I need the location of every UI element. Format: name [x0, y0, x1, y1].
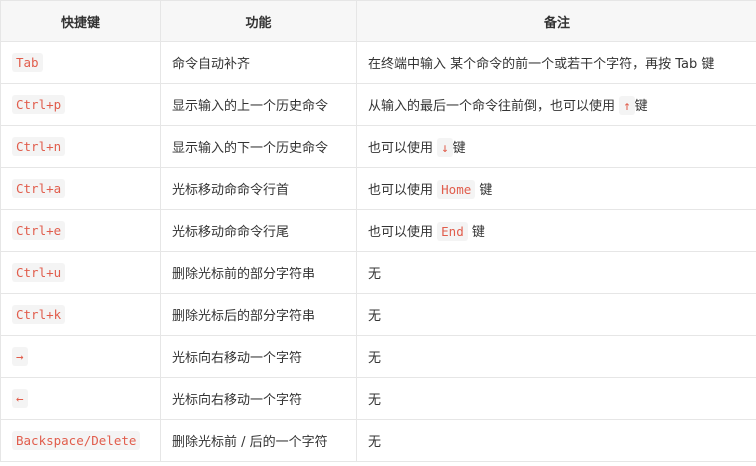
table-row: Tab 命令自动补齐 在终端中输入 某个命令的前一个或若干个字符，再按 Tab 键: [0, 41, 756, 84]
function-cell: 命令自动补齐: [160, 41, 357, 84]
function-cell: 删除光标前的部分字符串: [160, 251, 357, 294]
table-row: Ctrl+n 显示输入的下一个历史命令 也可以使用 ↓ 键: [0, 125, 756, 168]
shortcut-cell: Ctrl+k: [0, 293, 161, 336]
shortcut-key: ←: [12, 388, 28, 408]
shortcut-cell: Ctrl+n: [0, 125, 161, 168]
function-cell: 光标向右移动一个字符: [160, 377, 357, 420]
shortcut-cell: Ctrl+a: [0, 167, 161, 210]
note-cell: 无: [356, 251, 756, 294]
note-text: 键: [634, 99, 648, 114]
note-text: 无: [368, 267, 382, 282]
shortcut-key: Ctrl+n: [12, 136, 66, 156]
shortcut-cell: Ctrl+e: [0, 209, 161, 252]
shortcut-cell: Backspace/Delete: [0, 419, 161, 462]
shortcut-table: 快捷键 功能 备注 Tab 命令自动补齐 在终端中输入 某个命令的前一个或若干个字符…: [0, 0, 756, 462]
note-text: 无: [368, 351, 382, 366]
note-cell: 无: [356, 377, 756, 420]
shortcut-cell: Ctrl+u: [0, 251, 161, 294]
table-body: Tab 命令自动补齐 在终端中输入 某个命令的前一个或若干个字符，再按 Tab 键 C…: [0, 41, 756, 462]
table-row: Ctrl+u 删除光标前的部分字符串无: [0, 251, 756, 294]
note-cell: 在终端中输入 某个命令的前一个或若干个字符，再按 Tab 键: [356, 41, 756, 84]
table-row: Ctrl+p 显示输入的上一个历史命令 从输入的最后一个命令往前倒，也可以使用 ↑ 键: [0, 83, 756, 126]
note-text: 也可以使用: [368, 225, 438, 240]
shortcut-key: Ctrl+p: [12, 94, 66, 114]
note-text: 也可以使用: [368, 141, 438, 156]
function-cell: 显示输入的下一个历史命令: [160, 125, 357, 168]
note-key: ↑: [619, 96, 635, 115]
function-cell: 光标向右移动一个字符: [160, 335, 357, 378]
function-cell: 删除光标前 / 后的一个字符: [160, 419, 357, 462]
note-text: 也可以使用: [368, 183, 438, 198]
function-cell: 光标移动命命令行首: [160, 167, 357, 210]
note-text: 从输入的最后一个命令往前倒，也可以使用: [368, 99, 620, 114]
table-row: ← 光标向右移动一个字符无: [0, 377, 756, 420]
shortcut-key: Ctrl+e: [12, 220, 66, 240]
shortcut-key: Tab: [12, 52, 43, 72]
header-note: 备注: [356, 0, 756, 42]
shortcut-key: Backspace/Delete: [12, 430, 141, 450]
note-key: End: [437, 222, 468, 241]
shortcut-cell: ←: [0, 377, 161, 420]
shortcut-key: Ctrl+a: [12, 178, 66, 198]
table-row: Ctrl+a 光标移动命命令行首 也可以使用 Home 键: [0, 167, 756, 210]
note-text: 键: [452, 141, 466, 156]
function-cell: 删除光标后的部分字符串: [160, 293, 357, 336]
table-row: → 光标向右移动一个字符无: [0, 335, 756, 378]
table-row: Ctrl+k 删除光标后的部分字符串无: [0, 293, 756, 336]
shortcut-cell: →: [0, 335, 161, 378]
note-cell: 无: [356, 335, 756, 378]
note-text: 无: [368, 435, 382, 450]
note-text: 键: [467, 225, 485, 240]
note-cell: 无: [356, 419, 756, 462]
table-row: Backspace/Delete 删除光标前 / 后的一个字符无: [0, 419, 756, 462]
note-cell: 无: [356, 293, 756, 336]
header-function: 功能: [160, 0, 357, 42]
header-row: 快捷键 功能 备注: [0, 0, 756, 42]
note-text: 在终端中输入 某个命令的前一个或若干个字符，再按 Tab 键: [368, 57, 715, 72]
header-shortcut: 快捷键: [0, 0, 161, 42]
note-text: 无: [368, 309, 382, 324]
note-cell: 也可以使用 Home 键: [356, 167, 756, 210]
shortcut-key: Ctrl+u: [12, 262, 66, 282]
function-cell: 光标移动命命令行尾: [160, 209, 357, 252]
note-cell: 也可以使用 ↓ 键: [356, 125, 756, 168]
shortcut-key: Ctrl+k: [12, 304, 66, 324]
note-text: 无: [368, 393, 382, 408]
note-cell: 从输入的最后一个命令往前倒，也可以使用 ↑ 键: [356, 83, 756, 126]
shortcut-cell: Ctrl+p: [0, 83, 161, 126]
note-cell: 也可以使用 End 键: [356, 209, 756, 252]
shortcut-key: →: [12, 346, 28, 366]
note-text: 键: [475, 183, 493, 198]
note-key: Home: [437, 180, 476, 199]
table-row: Ctrl+e 光标移动命命令行尾 也可以使用 End 键: [0, 209, 756, 252]
function-cell: 显示输入的上一个历史命令: [160, 83, 357, 126]
table-header: 快捷键 功能 备注: [0, 0, 756, 42]
note-key: ↓: [437, 138, 453, 157]
shortcut-cell: Tab: [0, 41, 161, 84]
